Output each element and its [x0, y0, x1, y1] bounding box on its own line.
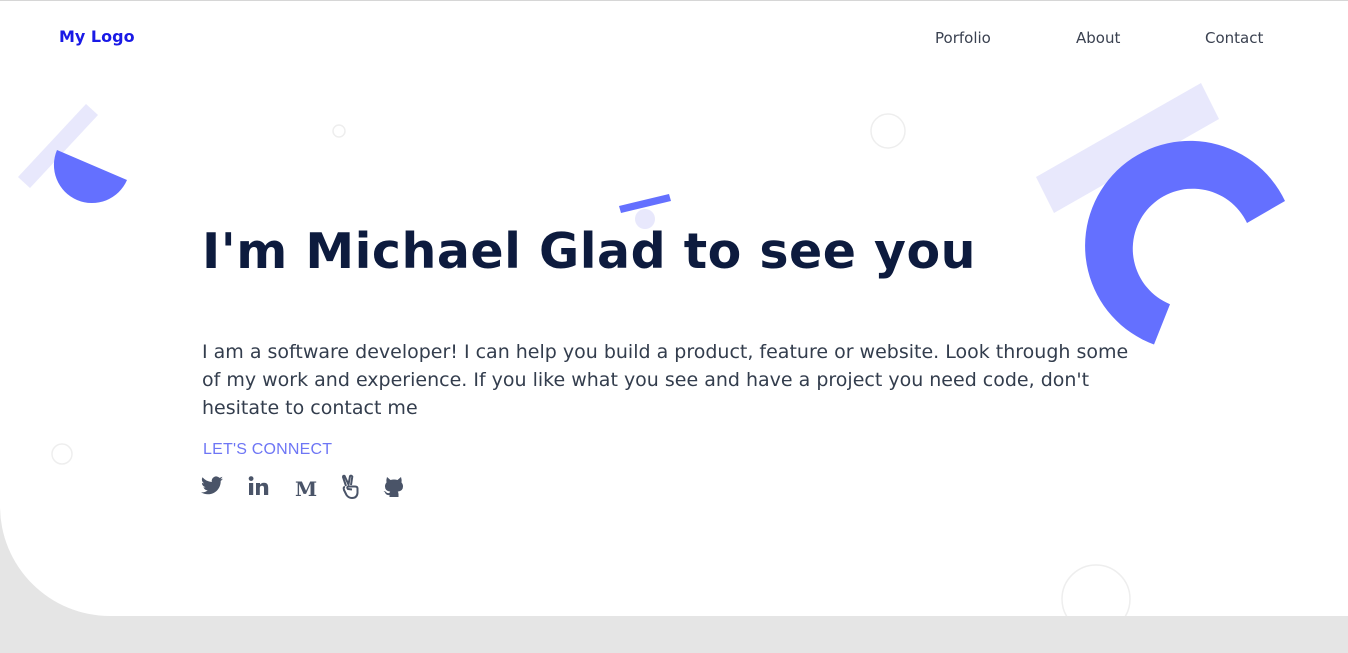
- angellist-icon: [342, 474, 359, 499]
- linkedin-icon: [248, 476, 269, 495]
- outline-circle-top: [870, 113, 906, 149]
- navbar: My Logo Porfolio About Contact: [0, 0, 1348, 75]
- logo-link[interactable]: My Logo: [59, 27, 135, 47]
- tiny-outline-circle: [332, 124, 346, 138]
- hero-headline: I'm Michael Glad to see you: [202, 223, 977, 280]
- hero-section: My Logo Porfolio About Contact I'm Micha…: [0, 0, 1348, 616]
- github-icon: [383, 477, 403, 497]
- svg-text:M: M: [295, 477, 317, 500]
- outline-circle-bottom: [1061, 564, 1131, 616]
- outline-circle-left: [51, 443, 73, 465]
- blue-half-disc: [53, 150, 128, 204]
- twitter-link[interactable]: [200, 474, 226, 500]
- connect-label: LET'S CONNECT: [203, 441, 333, 458]
- angellist-link[interactable]: [339, 474, 365, 500]
- nav-link-portfolio[interactable]: Porfolio: [935, 28, 991, 48]
- top-border: [0, 0, 1348, 1]
- decorative-shapes: [18, 83, 1285, 616]
- github-link[interactable]: [382, 474, 408, 500]
- hero-intro: I am a software developer! I can help yo…: [202, 341, 1129, 419]
- twitter-icon: [201, 476, 223, 495]
- medium-icon: M: [295, 477, 317, 500]
- nav-link-about[interactable]: About: [1076, 28, 1120, 48]
- medium-link[interactable]: M: [294, 474, 320, 500]
- linkedin-link[interactable]: [247, 474, 273, 500]
- page: My Logo Porfolio About Contact I'm Micha…: [0, 0, 1348, 653]
- nav-link-contact[interactable]: Contact: [1205, 28, 1263, 48]
